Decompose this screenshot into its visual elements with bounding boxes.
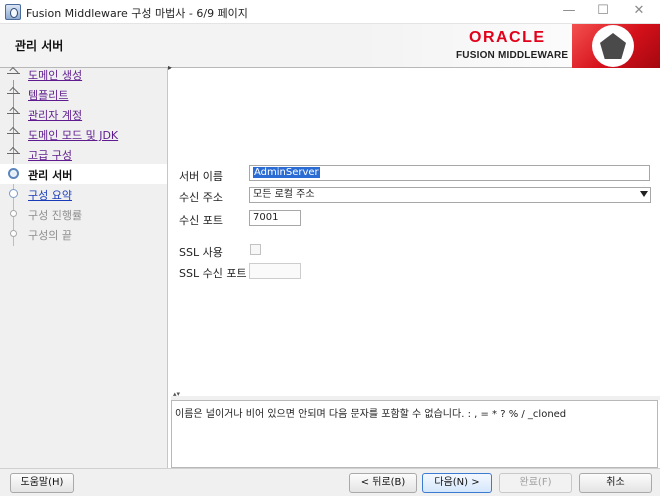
step-domain-mode-jdk[interactable]: 도메인 모드 및 JDK xyxy=(0,124,167,144)
step-circle-icon xyxy=(7,187,20,200)
step-circle-icon xyxy=(7,207,20,220)
oracle-logo-text: ORACLE xyxy=(469,29,546,46)
dropdown-arrow-icon[interactable] xyxy=(640,191,648,197)
step-config-end: 구성의 끝 xyxy=(0,224,167,244)
validation-message: 이름은 널이거나 비어 있으면 안되며 다음 문자를 포함할 수 없습니다. :… xyxy=(175,409,567,420)
step-config-summary[interactable]: 구성 요약 xyxy=(0,184,167,204)
server-name-input[interactable]: AdminServer xyxy=(249,165,650,181)
step-admin-account[interactable]: 관리자 계정 xyxy=(0,104,167,124)
server-name-value: AdminServer xyxy=(253,167,320,178)
page-header: 관리 서버 ORACLE FUSION MIDDLEWARE xyxy=(0,24,660,68)
step-admin-server[interactable]: 관리 서버 xyxy=(0,164,167,184)
ssl-enabled-checkbox[interactable] xyxy=(250,244,261,255)
step-label[interactable]: 구성 요약 xyxy=(28,187,72,203)
step-label: 관리 서버 xyxy=(28,169,73,182)
main-form-panel: 서버 이름 AdminServer 수신 주소 모든 로컬 주소 수신 포트 7… xyxy=(171,68,660,396)
window-title: Fusion Middleware 구성 마법사 - 6/9 페이지 xyxy=(26,7,248,20)
ssl-port-input xyxy=(249,263,301,279)
listen-address-value: 모든 로컬 주소 xyxy=(253,189,315,200)
listen-port-input[interactable]: 7001 xyxy=(249,210,301,226)
logo-circle xyxy=(592,25,634,67)
ssl-enabled-label: SSL 사용 xyxy=(179,246,223,259)
step-label: 구성 진행률 xyxy=(28,209,83,222)
step-templates[interactable]: 템플리트 xyxy=(0,84,167,104)
fusion-middleware-logo xyxy=(572,24,660,68)
step-domain-creation[interactable]: 도메인 생성 xyxy=(0,64,167,84)
cancel-button[interactable]: 취소 xyxy=(579,473,652,493)
step-label[interactable]: 고급 구성 xyxy=(28,147,72,163)
collapse-arrow-icon[interactable]: ▴▾ xyxy=(173,391,180,398)
step-advanced-config[interactable]: 고급 구성 xyxy=(0,144,167,164)
listen-address-label: 수신 주소 xyxy=(179,191,223,204)
button-bar: 도움말(H) < 뒤로(B) 다음(N) > 완료(F) 취소 xyxy=(0,468,660,496)
close-button[interactable]: ✕ xyxy=(622,0,656,24)
fusion-middleware-logo-text: FUSION MIDDLEWARE xyxy=(456,50,569,61)
step-label[interactable]: 도메인 모드 및 JDK xyxy=(28,127,118,143)
step-label[interactable]: 템플리트 xyxy=(28,87,68,103)
title-bar: Fusion Middleware 구성 마법사 - 6/9 페이지 — ☐ ✕ xyxy=(0,0,660,24)
checkmark-icon xyxy=(7,87,20,100)
app-icon xyxy=(5,4,21,20)
checkmark-icon xyxy=(7,147,20,160)
listen-port-value: 7001 xyxy=(253,212,279,223)
back-button[interactable]: < 뒤로(B) xyxy=(349,473,417,493)
step-label: 구성의 끝 xyxy=(28,229,72,242)
step-label[interactable]: 도메인 생성 xyxy=(28,67,82,83)
step-label[interactable]: 관리자 계정 xyxy=(28,107,82,123)
message-area: 이름은 널이거나 비어 있으면 안되며 다음 문자를 포함할 수 없습니다. :… xyxy=(171,400,658,468)
help-button[interactable]: 도움말(H) xyxy=(10,473,74,493)
pentagon-icon xyxy=(600,33,626,59)
listen-address-select[interactable]: 모든 로컬 주소 xyxy=(249,187,651,203)
step-config-progress: 구성 진행률 xyxy=(0,204,167,224)
finish-button: 완료(F) xyxy=(499,473,572,493)
step-navigation: 도메인 생성 템플리트 관리자 계정 도메인 모드 및 JDK 고급 구성 관리… xyxy=(0,68,168,468)
server-name-label: 서버 이름 xyxy=(179,170,223,183)
next-button[interactable]: 다음(N) > xyxy=(422,473,492,493)
listen-port-label: 수신 포트 xyxy=(179,214,223,227)
checkmark-icon xyxy=(7,67,20,80)
minimize-button[interactable]: — xyxy=(552,0,586,24)
maximize-button[interactable]: ☐ xyxy=(586,0,620,24)
checkmark-icon xyxy=(7,107,20,120)
step-circle-icon xyxy=(7,227,20,240)
page-title: 관리 서버 xyxy=(15,39,64,53)
ssl-port-label: SSL 수신 포트 xyxy=(179,267,247,280)
current-step-icon xyxy=(7,167,20,180)
checkmark-icon xyxy=(7,127,20,140)
